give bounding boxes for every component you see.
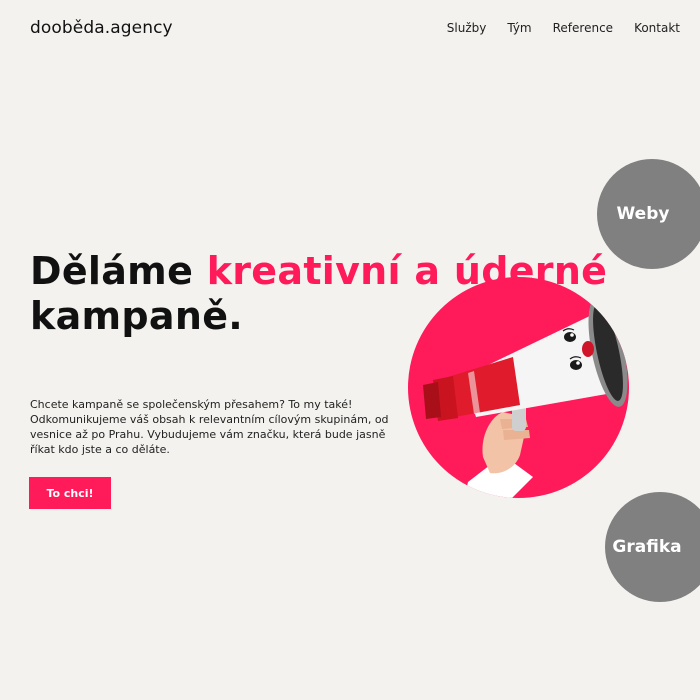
hero-description: Chcete kampaně se společenským přesahem?… [30, 398, 389, 456]
service-label-grafika: Grafika [612, 537, 682, 557]
service-label-weby: Weby [616, 204, 670, 224]
service-bubble-grafika[interactable]: Grafika [605, 492, 700, 602]
main-nav: Služby Tým Reference Kontakt [447, 21, 680, 35]
nav-item-reference[interactable]: Reference [553, 21, 613, 35]
nav-item-tym[interactable]: Tým [507, 21, 531, 35]
nav-item-kontakt[interactable]: Kontakt [634, 21, 680, 35]
site-header: dooběda.agency Služby Tým Reference Kont… [0, 0, 700, 58]
service-bubble-weby[interactable]: Weby [597, 159, 700, 269]
logo[interactable]: dooběda.agency [30, 18, 173, 38]
nav-item-sluzby[interactable]: Služby [447, 21, 487, 35]
cta-button[interactable]: To chci! [29, 477, 111, 509]
headline-part1: Děláme [30, 249, 207, 293]
megaphone-icon [408, 277, 629, 498]
headline-part2: kampaně. [30, 294, 244, 338]
